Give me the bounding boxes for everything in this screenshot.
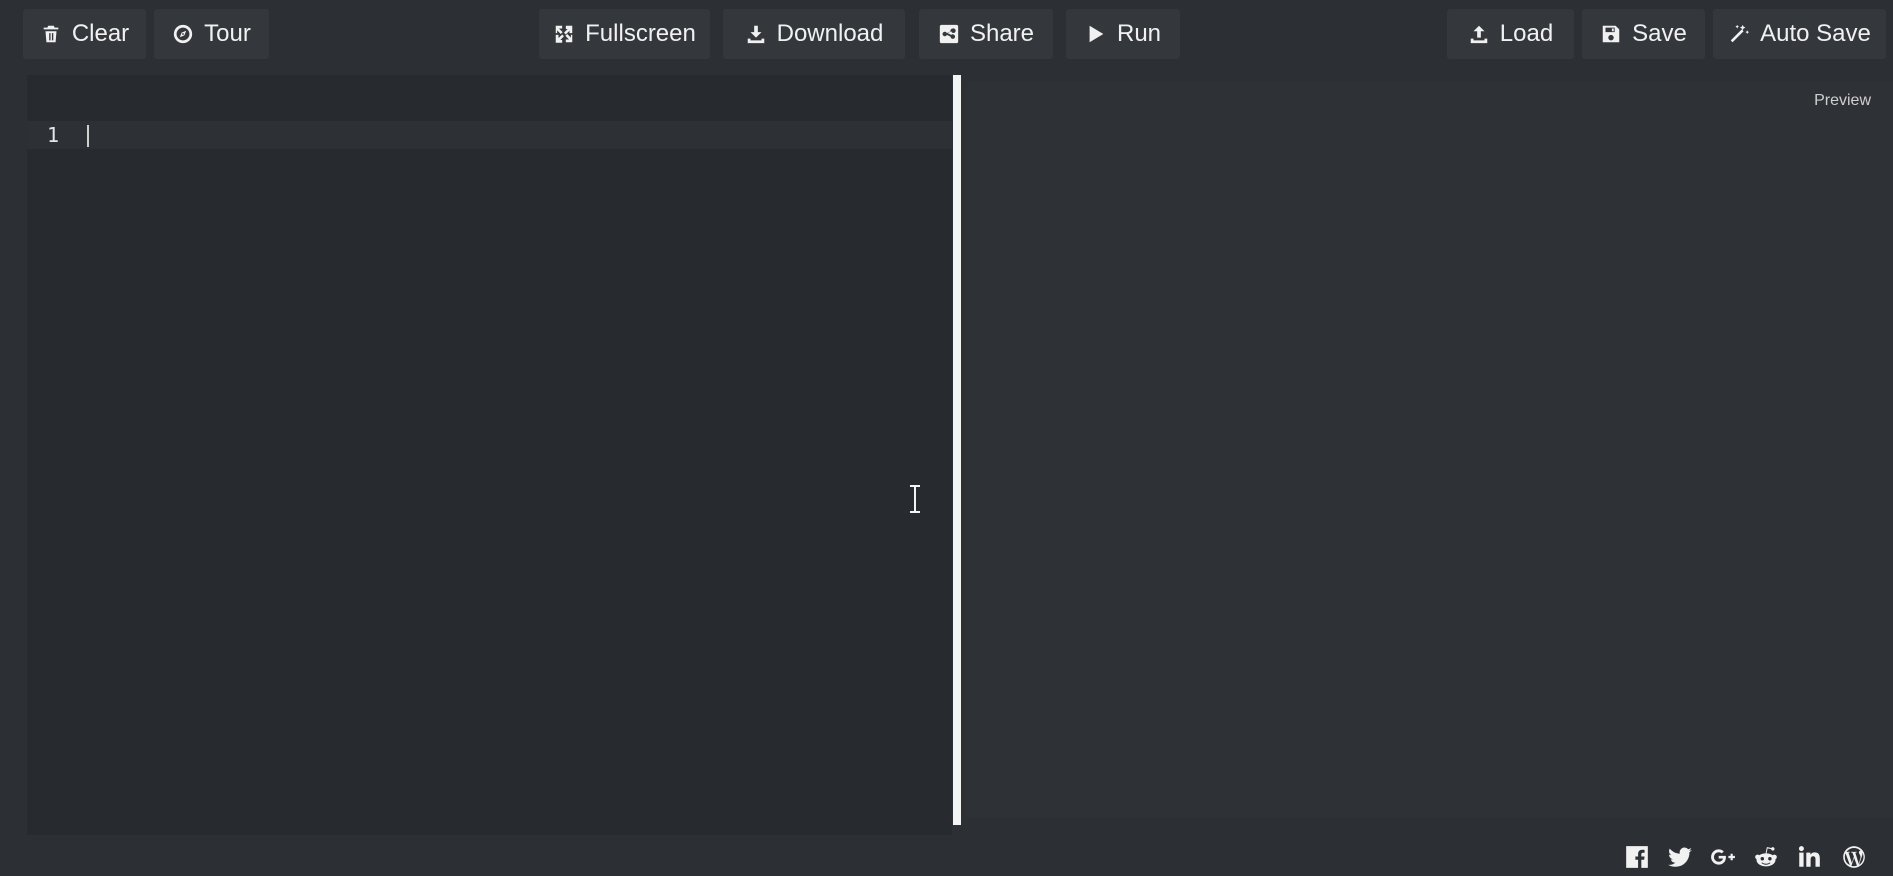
clear-label: Clear bbox=[71, 20, 130, 47]
wordpress-icon[interactable] bbox=[1840, 843, 1868, 871]
social-footer bbox=[0, 838, 1893, 876]
floppy-icon bbox=[1600, 23, 1622, 45]
fullscreen-label: Fullscreen bbox=[585, 20, 696, 47]
upload-icon bbox=[1468, 23, 1490, 45]
line-number: 1 bbox=[47, 123, 60, 147]
twitter-icon[interactable] bbox=[1666, 843, 1694, 871]
compass-icon bbox=[172, 23, 194, 45]
share-icon bbox=[938, 23, 960, 45]
tour-button[interactable]: Tour bbox=[154, 9, 269, 59]
magic-wand-icon bbox=[1728, 23, 1750, 45]
download-button[interactable]: Download bbox=[723, 9, 905, 59]
active-line-highlight bbox=[27, 121, 952, 149]
download-icon bbox=[745, 23, 767, 45]
text-cursor bbox=[87, 125, 89, 147]
preview-pane: Preview bbox=[966, 82, 1893, 817]
save-label: Save bbox=[1632, 20, 1687, 47]
clear-button[interactable]: Clear bbox=[23, 9, 146, 59]
load-label: Load bbox=[1499, 20, 1554, 47]
facebook-icon[interactable] bbox=[1623, 843, 1651, 871]
auto-save-button[interactable]: Auto Save bbox=[1713, 9, 1886, 59]
toolbar: Clear Tour Fullscreen Download Share Run… bbox=[0, 0, 1893, 72]
expand-icon bbox=[553, 23, 575, 45]
google-plus-icon[interactable] bbox=[1709, 843, 1737, 871]
share-button[interactable]: Share bbox=[919, 9, 1053, 59]
play-icon bbox=[1085, 23, 1107, 45]
ibeam-cursor-icon bbox=[910, 485, 920, 513]
pane-splitter[interactable] bbox=[953, 75, 961, 825]
app-window: Clear Tour Fullscreen Download Share Run… bbox=[0, 0, 1893, 876]
save-button[interactable]: Save bbox=[1582, 9, 1705, 59]
trash-icon bbox=[40, 23, 62, 45]
linkedin-icon[interactable] bbox=[1795, 843, 1823, 871]
reddit-icon[interactable] bbox=[1752, 843, 1780, 871]
code-editor[interactable]: 1 bbox=[27, 75, 952, 835]
auto-save-label: Auto Save bbox=[1760, 20, 1871, 47]
download-label: Download bbox=[776, 20, 884, 47]
preview-label: Preview bbox=[1814, 92, 1871, 109]
run-label: Run bbox=[1116, 20, 1162, 47]
tour-label: Tour bbox=[204, 20, 251, 47]
run-button[interactable]: Run bbox=[1066, 9, 1180, 59]
fullscreen-button[interactable]: Fullscreen bbox=[539, 9, 710, 59]
share-label: Share bbox=[969, 20, 1035, 47]
load-button[interactable]: Load bbox=[1447, 9, 1574, 59]
